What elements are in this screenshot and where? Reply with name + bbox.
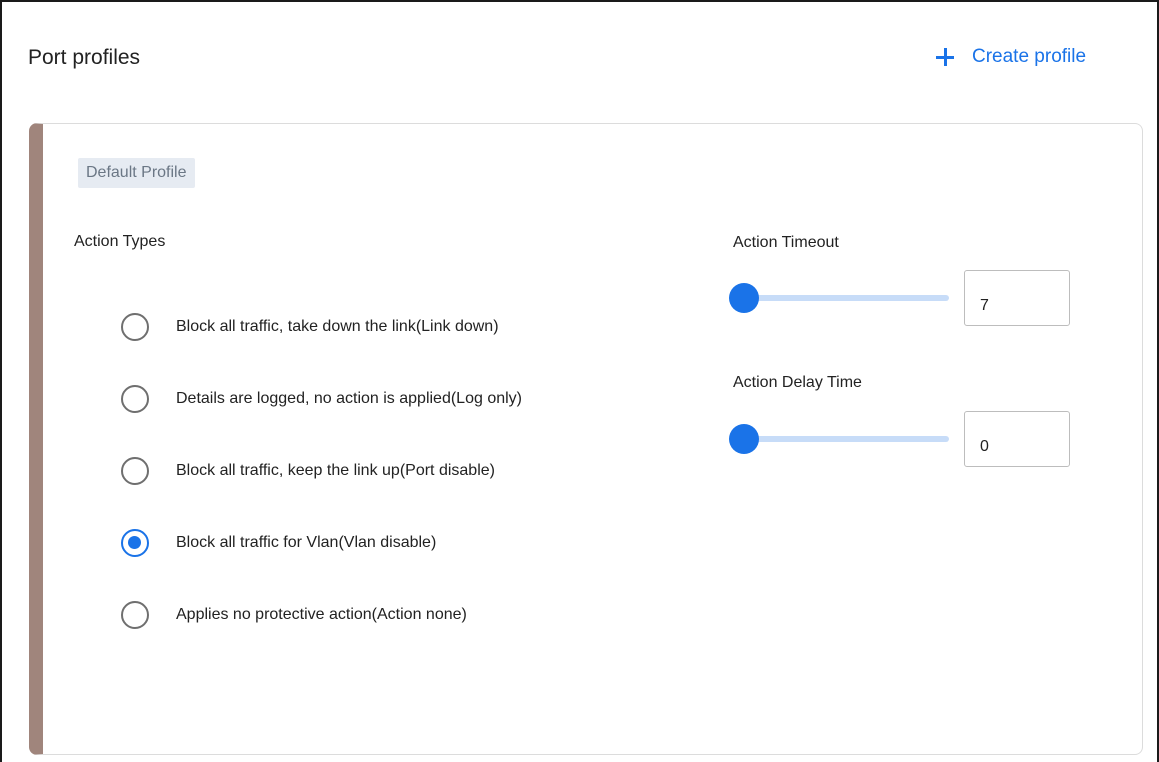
create-profile-button[interactable]: Create profile — [936, 46, 1086, 68]
radio-button-selected[interactable] — [121, 529, 149, 557]
radio-option-vlan-disable[interactable]: Block all traffic for Vlan(Vlan disable) — [121, 529, 436, 557]
page-frame: Port profiles Create profile Default Pro… — [0, 0, 1159, 762]
radio-button[interactable] — [121, 313, 149, 341]
radio-label: Block all traffic for Vlan(Vlan disable) — [176, 534, 437, 551]
action-delay-time-label: Action Delay Time — [733, 374, 862, 391]
radio-button[interactable] — [121, 601, 149, 629]
action-types-label: Action Types — [74, 233, 166, 250]
slider-track — [729, 436, 949, 442]
radio-label: Applies no protective action(Action none… — [176, 606, 467, 623]
radio-button[interactable] — [121, 385, 149, 413]
profile-card: Default Profile Action Types Block all t… — [29, 123, 1143, 755]
action-timeout-input[interactable] — [964, 270, 1070, 326]
radio-label: Details are logged, no action is applied… — [176, 390, 522, 407]
radio-option-log-only[interactable]: Details are logged, no action is applied… — [121, 385, 522, 413]
action-delay-time-slider[interactable] — [729, 424, 949, 454]
radio-option-link-down[interactable]: Block all traffic, take down the link(Li… — [121, 313, 499, 341]
plus-icon — [936, 48, 954, 66]
slider-thumb[interactable] — [729, 424, 759, 454]
radio-label: Block all traffic, take down the link(Li… — [176, 318, 499, 335]
radio-button[interactable] — [121, 457, 149, 485]
action-timeout-label: Action Timeout — [733, 234, 839, 251]
slider-track — [729, 295, 949, 301]
radio-option-port-disable[interactable]: Block all traffic, keep the link up(Port… — [121, 457, 495, 485]
page-title: Port profiles — [28, 46, 141, 69]
profile-name-badge: Default Profile — [78, 158, 195, 188]
action-timeout-slider[interactable] — [729, 283, 949, 313]
action-delay-time-input[interactable] — [964, 411, 1070, 467]
radio-label: Block all traffic, keep the link up(Port… — [176, 462, 495, 479]
radio-option-action-none[interactable]: Applies no protective action(Action none… — [121, 601, 467, 629]
slider-thumb[interactable] — [729, 283, 759, 313]
create-profile-label: Create profile — [972, 46, 1087, 67]
